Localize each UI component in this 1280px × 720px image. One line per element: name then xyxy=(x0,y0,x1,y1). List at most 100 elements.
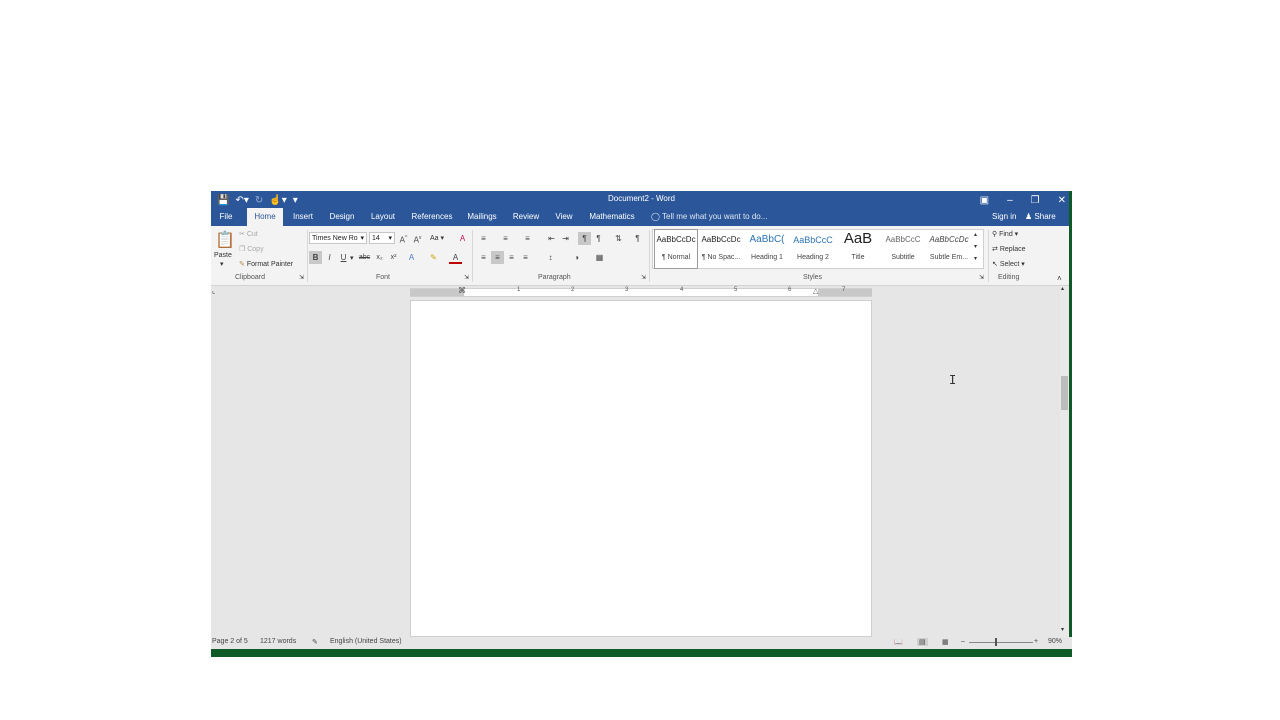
proofing-icon[interactable]: ✎ xyxy=(312,638,318,646)
document-page[interactable] xyxy=(410,300,872,637)
highlight-icon[interactable]: ✎ xyxy=(427,251,440,264)
tab-review[interactable]: Review xyxy=(512,208,540,226)
window-title: Document2 - Word xyxy=(608,194,675,203)
style-no-spacing[interactable]: AaBbCcDc ¶ No Spac... xyxy=(699,230,743,268)
borders-icon[interactable]: ▦ xyxy=(593,251,606,264)
underline-button[interactable]: U xyxy=(337,251,350,264)
font-size-select[interactable]: 14 ▾ xyxy=(369,232,395,244)
decrease-indent-icon[interactable]: ⇤ xyxy=(545,232,558,245)
styles-scroll-up-icon[interactable]: ▴ xyxy=(974,231,977,238)
paste-button[interactable]: Paste xyxy=(214,252,232,259)
change-case-button[interactable]: Aa ▾ xyxy=(430,234,444,242)
horizontal-ruler: ⌘ △ 1 2 3 4 5 6 7 xyxy=(410,286,872,297)
divider xyxy=(988,230,989,282)
style-heading-2[interactable]: AaBbCcC Heading 2 xyxy=(791,230,835,268)
bold-button[interactable]: B xyxy=(309,251,322,264)
scrollbar-thumb[interactable] xyxy=(1061,376,1068,410)
tell-me-box[interactable]: ◯ Tell me what you want to do... xyxy=(651,208,767,226)
justify-icon[interactable]: ≡ xyxy=(519,251,532,264)
zoom-out-icon[interactable]: – xyxy=(961,638,965,645)
style-subtle-emphasis[interactable]: AaBbCcDc Subtle Em... xyxy=(927,230,971,268)
first-line-indent-marker[interactable]: ⌘ xyxy=(458,286,466,295)
italic-button[interactable]: I xyxy=(323,251,336,264)
divider xyxy=(649,230,650,282)
tab-home[interactable]: Home xyxy=(247,208,283,226)
style-normal[interactable]: AaBbCcDc ¶ Normal xyxy=(654,229,698,269)
tab-view[interactable]: View xyxy=(553,208,575,226)
ruler-number: 1 xyxy=(517,287,521,293)
shading-icon[interactable]: ◑ xyxy=(570,251,583,264)
web-layout-icon[interactable]: ▦ xyxy=(942,638,949,646)
vertical-scrollbar[interactable]: ▴ ▾ xyxy=(1060,286,1069,637)
styles-launcher-icon[interactable]: ⇲ xyxy=(979,274,984,281)
subscript-button[interactable]: x₂ xyxy=(373,251,386,264)
tab-selector-icon[interactable]: ⌞ xyxy=(212,287,215,295)
paste-icon[interactable]: 📋 xyxy=(215,230,235,250)
word-count[interactable]: 1217 words xyxy=(260,638,296,645)
tab-insert[interactable]: Insert xyxy=(290,208,316,226)
print-layout-icon[interactable]: ▤ xyxy=(917,638,928,646)
tab-references[interactable]: References xyxy=(411,208,453,226)
minimize-icon[interactable]: – xyxy=(1007,195,1013,206)
format-painter-button[interactable]: ✎ Format Painter xyxy=(239,260,293,268)
style-subtitle[interactable]: AaBbCcC Subtitle xyxy=(881,230,925,268)
sign-in-link[interactable]: Sign in xyxy=(992,208,1016,226)
superscript-button[interactable]: x² xyxy=(387,251,400,264)
multilevel-list-icon[interactable]: ≡ xyxy=(521,232,534,245)
tab-layout[interactable]: Layout xyxy=(369,208,397,226)
zoom-slider-thumb[interactable] xyxy=(995,638,997,646)
zoom-in-icon[interactable]: + xyxy=(1034,638,1038,645)
ruler-number: 7 xyxy=(842,287,846,293)
page-indicator[interactable]: Page 2 of 5 xyxy=(212,638,248,645)
underline-dropdown-icon[interactable]: ▾ xyxy=(350,254,354,262)
replace-button[interactable]: ⇄ Replace xyxy=(992,245,1026,253)
styles-scroll-down-icon[interactable]: ▾ xyxy=(974,243,977,250)
font-name-select[interactable]: Times New Ro ▾ xyxy=(309,232,367,244)
strikethrough-button[interactable]: abc xyxy=(358,251,371,264)
cut-button[interactable]: ✂ Cut xyxy=(239,230,258,238)
text-effects-icon[interactable]: A xyxy=(405,251,418,264)
collapse-ribbon-icon[interactable]: ˄ xyxy=(1057,274,1062,283)
tab-mathematics[interactable]: Mathematics xyxy=(588,208,636,226)
style-heading-1[interactable]: AaBbC( Heading 1 xyxy=(745,230,789,268)
align-left-icon[interactable]: ≡ xyxy=(477,251,490,264)
ltr-icon[interactable]: ¶ xyxy=(578,232,591,245)
clipboard-launcher-icon[interactable]: ⇲ xyxy=(299,274,304,281)
tab-mailings[interactable]: Mailings xyxy=(465,208,499,226)
clear-formatting-icon[interactable]: A xyxy=(456,232,469,245)
close-icon[interactable]: ✕ xyxy=(1058,195,1066,206)
ribbon-display-icon[interactable]: ▣ xyxy=(980,195,989,206)
paste-dropdown-icon[interactable]: ▾ xyxy=(220,260,224,268)
tab-design[interactable]: Design xyxy=(328,208,356,226)
align-center-icon[interactable]: ≡ xyxy=(491,251,504,264)
font-launcher-icon[interactable]: ⇲ xyxy=(464,274,469,281)
zoom-slider[interactable] xyxy=(969,642,1033,643)
find-button[interactable]: ⚲ Find ▾ xyxy=(992,230,1018,238)
select-button[interactable]: ↖ Select ▾ xyxy=(992,260,1025,268)
share-button[interactable]: ♟ Share xyxy=(1025,208,1056,226)
shrink-font-icon[interactable]: Av xyxy=(411,232,424,245)
zoom-level[interactable]: 90% xyxy=(1048,638,1062,645)
styles-more-icon[interactable]: ▾ xyxy=(974,255,977,262)
line-spacing-icon[interactable]: ↕ xyxy=(544,251,557,264)
scroll-down-icon[interactable]: ▾ xyxy=(1061,626,1064,633)
show-formatting-icon[interactable]: ¶ xyxy=(631,232,644,245)
person-icon: ♟ xyxy=(1025,212,1033,221)
increase-indent-icon[interactable]: ⇥ xyxy=(559,232,572,245)
paragraph-launcher-icon[interactable]: ⇲ xyxy=(641,274,646,281)
copy-button[interactable]: ❐ Copy xyxy=(239,245,264,253)
align-right-icon[interactable]: ≡ xyxy=(505,251,518,264)
sort-icon[interactable]: ⇅ xyxy=(612,232,625,245)
grow-font-icon[interactable]: A^ xyxy=(397,232,410,245)
restore-icon[interactable]: ❐ xyxy=(1031,195,1040,206)
bullets-icon[interactable]: ≡ xyxy=(477,232,490,245)
style-title[interactable]: AaB Title xyxy=(837,230,879,268)
rtl-icon[interactable]: ¶ xyxy=(592,232,605,245)
scroll-up-icon[interactable]: ▴ xyxy=(1061,285,1064,292)
font-color-icon[interactable]: A xyxy=(449,251,462,264)
language-indicator[interactable]: English (United States) xyxy=(330,638,402,645)
numbering-icon[interactable]: ≡ xyxy=(499,232,512,245)
right-indent-marker[interactable]: △ xyxy=(813,287,818,295)
tab-file[interactable]: File xyxy=(215,208,237,226)
read-mode-icon[interactable]: 📖 xyxy=(894,638,903,646)
